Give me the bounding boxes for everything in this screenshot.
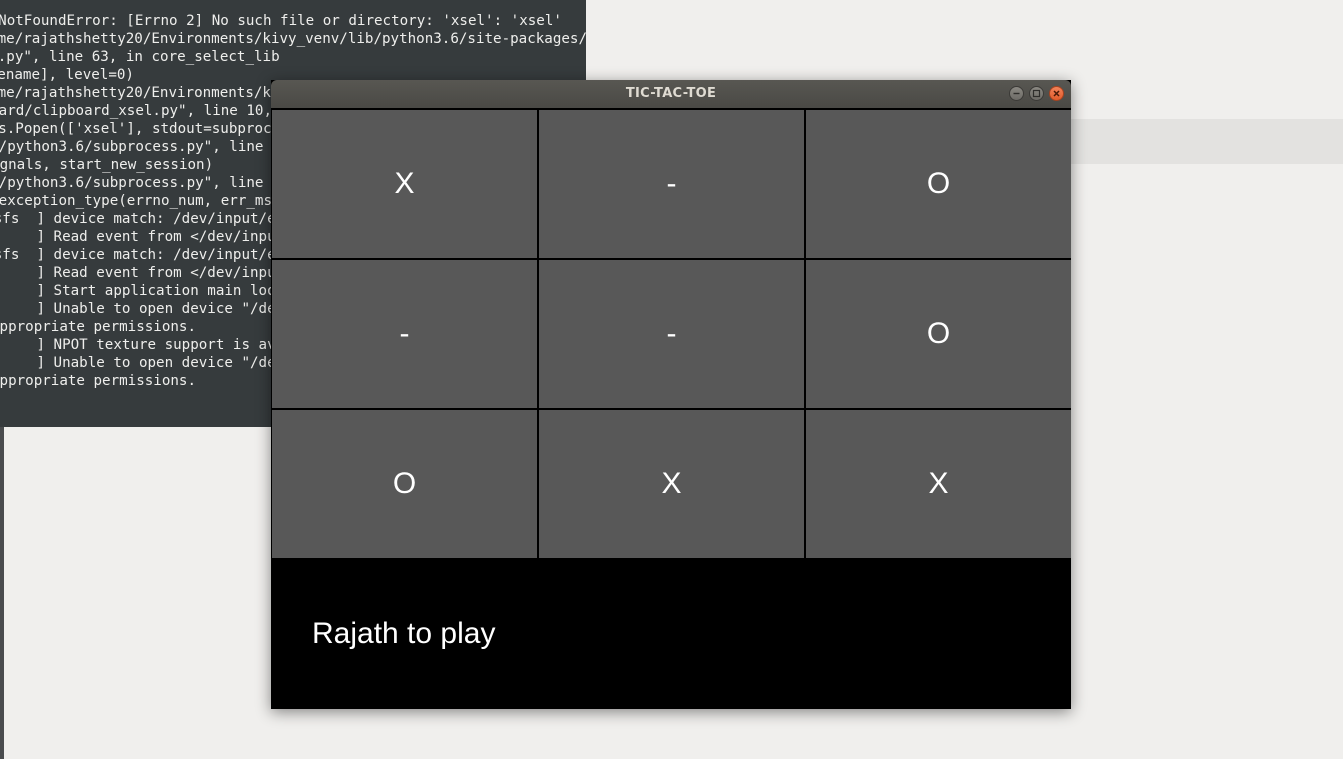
board-cell-7[interactable]: O	[272, 410, 537, 558]
desktop: FileNotFoundError: [Errno 2] No such fil…	[0, 0, 1343, 759]
window-title: TIC-TAC-TOE	[625, 86, 717, 101]
close-icon	[1053, 90, 1060, 97]
board-cell-1[interactable]: X	[272, 110, 537, 258]
game-board: X - O - - O O X X	[271, 108, 1071, 558]
board-cell-2[interactable]: -	[539, 110, 804, 258]
terminal-line: kivy/core/__init__.py", line 63, in core…	[0, 49, 280, 65]
status-panel: Rajath to play	[271, 558, 1071, 709]
minimize-button[interactable]	[1009, 86, 1024, 101]
board-cell-5[interactable]: -	[539, 260, 804, 408]
board-cell-9[interactable]: X	[806, 410, 1071, 558]
turn-status-label: Rajath to play	[312, 617, 496, 650]
terminal-line: /home/rajathshetty20/Environments/kivy_v…	[0, 31, 586, 47]
board-cell-6[interactable]: O	[806, 260, 1071, 408]
background-window-strip	[1070, 119, 1343, 164]
close-button[interactable]	[1049, 86, 1064, 101]
tictactoe-window: TIC-TAC-TOE X - O - - O O X X Rajath to …	[271, 80, 1071, 709]
board-cell-3[interactable]: O	[806, 110, 1071, 258]
terminal-line: FileNotFoundError: [Errno 2] No such fil…	[0, 13, 562, 29]
board-cell-4[interactable]: -	[272, 260, 537, 408]
maximize-button[interactable]	[1029, 86, 1044, 101]
board-cell-8[interactable]: X	[539, 410, 804, 558]
maximize-icon	[1032, 89, 1041, 98]
minimize-icon	[1013, 92, 1020, 95]
window-titlebar[interactable]: TIC-TAC-TOE	[271, 80, 1071, 108]
